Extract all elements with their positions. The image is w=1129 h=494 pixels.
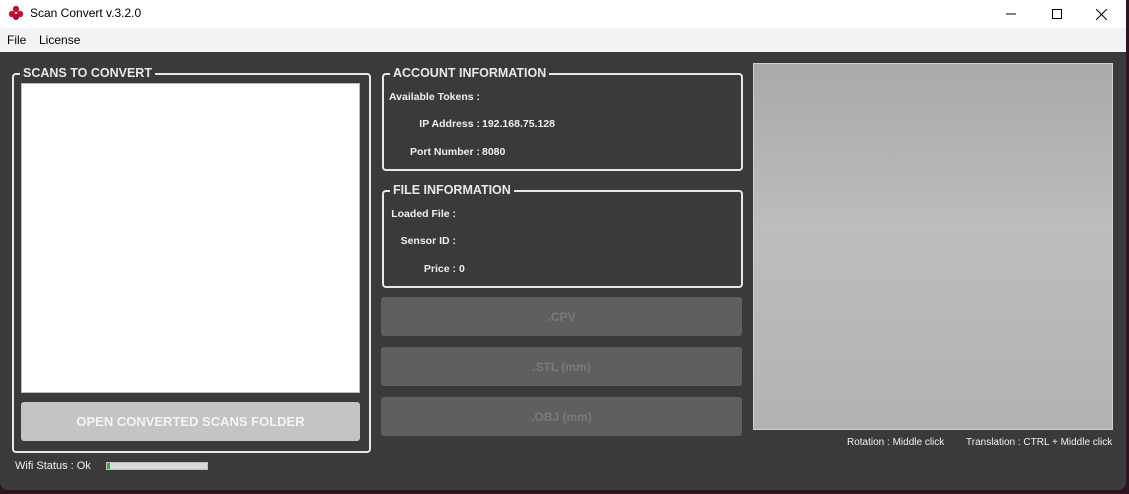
menu-bar: File License (0, 28, 1126, 52)
tokens-label: Available Tokens : (388, 91, 480, 103)
translation-hint: Translation : CTRL + Middle click (966, 437, 1113, 448)
account-group: ACCOUNT INFORMATION Available Tokens : I… (382, 66, 743, 171)
close-button[interactable] (1078, 0, 1124, 28)
title-bar[interactable]: Scan Convert v.3.2.0 (0, 0, 1126, 28)
file-info-group-title: FILE INFORMATION (390, 183, 514, 197)
wifi-strength-bar (106, 462, 208, 470)
maximize-button[interactable] (1034, 0, 1080, 28)
wifi-strength-fill (107, 463, 110, 469)
account-group-title: ACCOUNT INFORMATION (390, 66, 550, 80)
port-value: 8080 (482, 146, 506, 158)
price-label: Price : (423, 263, 456, 275)
wifi-status-label: Wifi Status : Ok (15, 460, 91, 472)
scans-list[interactable] (21, 83, 360, 393)
close-icon (1095, 8, 1107, 20)
port-label: Port Number : (409, 146, 480, 158)
app-window: Scan Convert v.3.2.0 File License SCANS … (0, 0, 1126, 490)
rotation-hint: Rotation : Middle click (847, 437, 945, 448)
app-logo-icon (8, 5, 24, 20)
menu-license[interactable]: License (39, 33, 80, 47)
scans-group-title: SCANS TO CONVERT (20, 66, 155, 80)
ip-label: IP Address : (419, 118, 480, 130)
minimize-button[interactable] (988, 0, 1034, 28)
main-content: SCANS TO CONVERT OPEN CONVERTED SCANS FO… (0, 52, 1126, 490)
window-title: Scan Convert v.3.2.0 (30, 6, 142, 20)
3d-viewer[interactable] (753, 63, 1113, 430)
export-obj-button[interactable]: .OBJ (mm) (381, 397, 742, 436)
ip-value: 192.168.75.128 (482, 118, 555, 130)
menu-file[interactable]: File (7, 33, 26, 47)
minimize-icon (1006, 13, 1016, 15)
maximize-icon (1052, 9, 1062, 19)
sensor-id-label: Sensor ID : (400, 235, 456, 247)
scans-group: SCANS TO CONVERT OPEN CONVERTED SCANS FO… (12, 66, 371, 453)
export-cpv-button[interactable]: .CPV (381, 297, 742, 336)
export-stl-button[interactable]: .STL (mm) (381, 347, 742, 386)
loaded-file-label: Loaded File : (391, 208, 456, 220)
open-converted-scans-folder-button[interactable]: OPEN CONVERTED SCANS FOLDER (21, 402, 360, 441)
file-info-group: FILE INFORMATION Loaded File : Sensor ID… (382, 183, 743, 288)
price-value: 0 (459, 263, 465, 275)
